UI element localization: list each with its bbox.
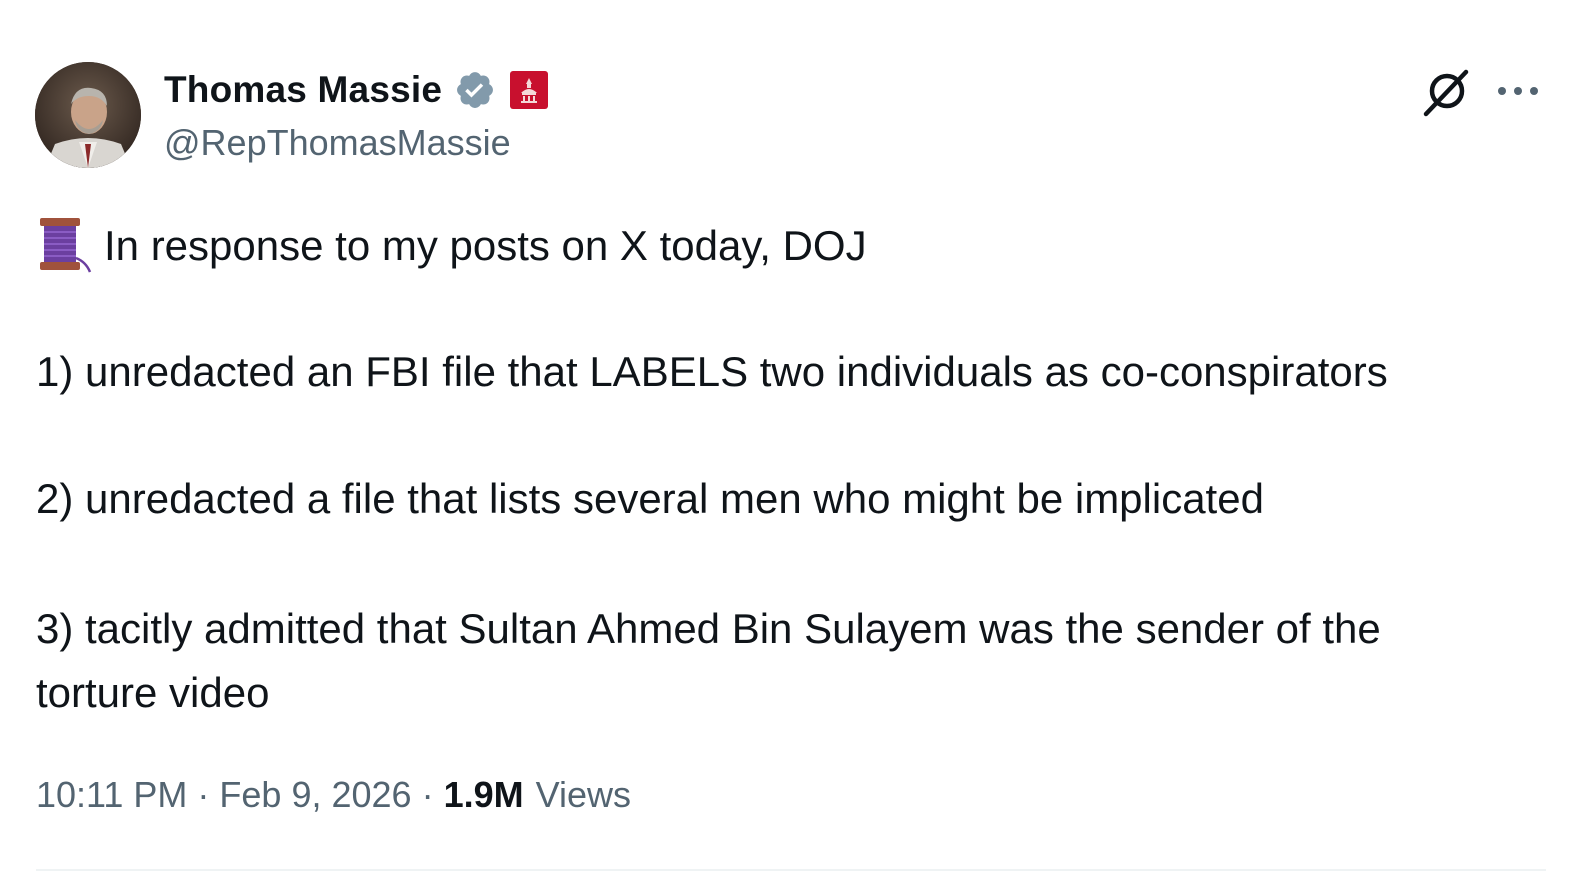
tweet-intro-text: In response to my posts on X today, DOJ [104,222,867,269]
tweet-meta: 10:11 PM · Feb 9, 2026 · 1.9M Views [36,774,631,816]
congress-affiliation-icon[interactable] [508,69,550,111]
more-options-icon[interactable] [1494,76,1542,106]
tweet-point-3-line-1: 3) tacitly admitted that Sultan Ahmed Bi… [36,605,1381,652]
grok-icon[interactable] [1420,66,1472,118]
views-count[interactable]: 1.9M [444,774,524,816]
tweet-point-2: 2) unredacted a file that lists several … [36,475,1264,522]
views-label[interactable]: Views [536,774,631,816]
author-name-row: Thomas Massie [164,64,550,116]
spool-of-thread-icon [40,217,92,273]
tweet-time[interactable]: 10:11 PM [36,774,187,816]
tweet-date[interactable]: Feb 9, 2026 [219,774,411,816]
tweet-text-line-1: In response to my posts on X today, DOJ [36,214,867,278]
meta-separator: · [197,774,210,815]
author-handle[interactable]: @RepThomasMassie [164,122,511,164]
tweet-point-1: 1) unredacted an FBI file that LABELS tw… [36,348,1388,395]
tweet-point-3-line-2: torture video [36,669,270,716]
display-name[interactable]: Thomas Massie [164,69,442,111]
meta-separator: · [421,774,434,815]
divider [36,869,1546,871]
avatar[interactable] [35,62,141,168]
verified-badge-icon[interactable] [454,69,496,111]
